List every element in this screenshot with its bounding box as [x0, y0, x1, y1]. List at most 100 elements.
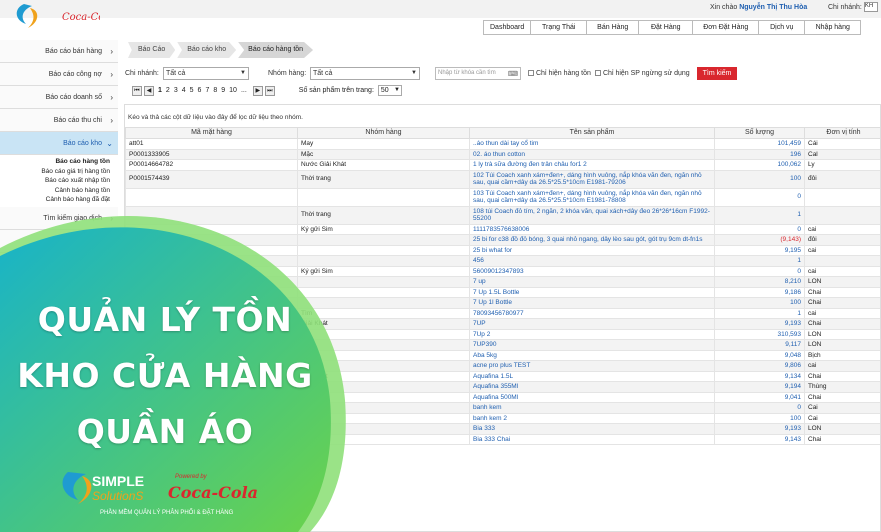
page-number[interactable]: 8	[213, 87, 217, 94]
table-row[interactable]: P00014664782 Nước Giải Khát 1 ly trà sữa đ…	[125, 159, 880, 171]
cell-name[interactable]: Aba 5kg	[469, 349, 715, 361]
table-row[interactable]: Ký gửi Sim 56009012347893 0 cai	[125, 265, 880, 277]
cell-group: Ký gửi Sim	[297, 223, 470, 235]
cell-name[interactable]: 7 Up 1l Bottle	[469, 297, 715, 309]
stock-only-checkbox[interactable]: Chỉ hiện hàng tồn	[528, 70, 591, 77]
page-number[interactable]: 9	[221, 87, 225, 94]
inactive-only-checkbox[interactable]: Chỉ hiện SP ngừng sử dụng	[595, 70, 690, 77]
breadcrumb-report[interactable]: Báo Cáo	[128, 42, 176, 58]
keyword-search-input[interactable]: Nhập từ khóa cần tìm ⌨	[435, 67, 521, 80]
sidebar-item-revenue-report[interactable]: Báo cáo doanh số ›	[0, 86, 118, 109]
cell-name[interactable]: banh kem 2	[469, 412, 715, 424]
sidebar-item-other-report[interactable]: Báo cáo vẻ ›	[0, 229, 118, 253]
nav-order[interactable]: Đặt Hàng	[639, 20, 694, 35]
nav-import[interactable]: Nhập hàng	[805, 20, 862, 35]
page-more[interactable]: ...	[241, 87, 247, 94]
cell-name[interactable]: 7 up	[469, 276, 715, 288]
search-button[interactable]: Tìm kiếm	[697, 67, 737, 80]
branch-filter-label: Chi nhánh:	[125, 70, 159, 77]
cell-name[interactable]: Bia 333 Chai	[469, 433, 715, 445]
cell-name[interactable]: acne pro plus TEST	[469, 360, 715, 372]
nav-sales[interactable]: Bán Hàng	[587, 20, 640, 35]
column-header-code[interactable]: Mã mặt hàng	[125, 127, 298, 139]
nav-status[interactable]: Trạng Thái	[531, 20, 588, 35]
cell-name[interactable]: Aquafina 500Ml	[469, 391, 715, 403]
column-header-name[interactable]: Tên sản phẩm	[469, 127, 715, 139]
sidebar-sub-inventory[interactable]: Báo cáo hàng tồn	[0, 157, 110, 167]
column-header-group[interactable]: Nhóm hàng	[297, 127, 470, 139]
prev-page-icon[interactable]: ◀	[144, 85, 154, 96]
chevron-right-icon: ›	[110, 236, 113, 246]
user-name-link[interactable]: Nguyễn Thị Thu Hòa	[739, 4, 807, 11]
cell-name[interactable]: 1111783576638006	[469, 223, 715, 235]
cell-name[interactable]: 02. áo thun cotton	[469, 148, 715, 160]
keyboard-icon[interactable]: ⌨	[508, 69, 518, 80]
cell-name[interactable]: ..áo thun dài tay cổ tim	[469, 138, 715, 150]
chevron-right-icon: ›	[110, 70, 113, 79]
sidebar-sub-order-alert[interactable]: Cảnh báo hàng đã đặt	[0, 195, 110, 205]
cell-name[interactable]: 7UP390	[469, 339, 715, 351]
cell-name[interactable]: 25 bi for c38 đồ đỏ bóng, 3 quai nhỏ nga…	[469, 234, 715, 246]
page-size-select[interactable]: 50 ▼	[377, 85, 402, 96]
table-row[interactable]: P0001333905 Mặc 02. áo thun cotton 196 Cal	[125, 148, 880, 160]
page-number[interactable]: 4	[182, 87, 186, 94]
sidebar-submenu: Báo cáo hàng tồn Báo cáo giá trị hàng tồ…	[0, 155, 118, 207]
page-number[interactable]: 1	[158, 87, 162, 94]
sidebar-sub-in-out[interactable]: Báo cáo xuất nhập tồn	[0, 176, 110, 186]
cell-name[interactable]: Aquafina 355Ml	[469, 381, 715, 393]
branch-value[interactable]: KH	[863, 2, 878, 12]
page-number[interactable]: 7	[205, 87, 209, 94]
cell-name[interactable]: banh kem	[469, 402, 715, 414]
sidebar-item-sales-report[interactable]: Báo cáo bán hàng ›	[0, 40, 118, 63]
last-page-icon[interactable]: ⏭	[264, 85, 275, 96]
table-row[interactable]: att01 May ..áo thun dài tay cổ tim 101,459 C…	[125, 138, 880, 150]
sidebar-item-cashflow-report[interactable]: Báo cáo thu chi ›	[0, 109, 118, 132]
cell-name[interactable]: 7Up 2	[469, 328, 715, 340]
column-header-unit[interactable]: Đơn vị tính	[804, 127, 880, 139]
table-row[interactable]: 103 Túi Coach xanh xám+đen+, dáng hình v…	[125, 187, 880, 207]
table-row[interactable]: 456 1	[125, 255, 880, 267]
breadcrumb-stock[interactable]: Báo cáo kho	[177, 42, 237, 58]
sidebar-item-transaction-search[interactable]: Tìm kiếm giao dịch ›	[0, 206, 118, 230]
cell-name[interactable]: 456	[469, 255, 715, 267]
branch-selector[interactable]: Chi nhánh: KH	[828, 2, 878, 12]
cell-group: Thời trang	[297, 205, 470, 225]
table-row[interactable]: 25 bi for c38 đồ đỏ bóng, 3 quai nhỏ nga…	[125, 234, 880, 246]
table-row[interactable]: Ký gửi Sim 1111783576638006 0 cai	[125, 223, 880, 235]
next-page-icon[interactable]: ▶	[252, 85, 263, 96]
column-header-qty[interactable]: Số lượng	[714, 127, 805, 139]
cell-name[interactable]: 108 túi Coach đỏ tím, 2 ngăn, 2 khóa văn…	[469, 205, 715, 225]
table-row[interactable]: P0001574439 Thời trang 102 Túi Coach xanh …	[125, 169, 880, 189]
cell-name[interactable]: 7 Up 1.5L Bottle	[469, 286, 715, 298]
cell-name[interactable]: Bia 333	[469, 423, 715, 435]
table-row[interactable]: Thời trang 108 túi Coach đỏ tím, 2 ngăn, …	[125, 205, 880, 225]
page-number[interactable]: 2	[166, 87, 170, 94]
sidebar-sub-stock-alert[interactable]: Cảnh báo hàng tồn	[0, 186, 110, 196]
nav-service[interactable]: Dịch vụ	[759, 20, 806, 35]
sidebar-item-stock-report[interactable]: Báo cáo kho ⌄	[0, 132, 118, 155]
page-number[interactable]: 5	[190, 87, 194, 94]
cell-name[interactable]: Aquafina 1.5L	[469, 370, 715, 382]
page-number[interactable]: 6	[198, 87, 202, 94]
sidebar: Báo cáo bán hàng › Báo cáo công nợ › Báo c…	[0, 40, 118, 253]
cell-name[interactable]: 56009012347893	[469, 265, 715, 277]
page-number[interactable]: 10	[229, 87, 237, 94]
cell-qty: (9,143)	[714, 234, 805, 246]
cell-name[interactable]: 102 Túi Coach xanh xám+đen+, dáng hình v…	[469, 169, 715, 189]
nav-order-list[interactable]: Đơn Đặt Hàng	[693, 20, 760, 35]
cell-name[interactable]: 7UP	[469, 318, 715, 330]
sidebar-item-debt-report[interactable]: Báo cáo công nợ ›	[0, 63, 118, 86]
cell-name[interactable]: 25 bi what for	[469, 244, 715, 256]
cell-name[interactable]: 1 ly trà sữa đường đen trân châu for1 2	[469, 159, 715, 171]
sidebar-sub-inventory-value[interactable]: Báo cáo giá trị hàng tồn	[0, 167, 110, 177]
nav-dashboard[interactable]: Dashboard	[483, 20, 532, 35]
table-row[interactable]: 7 up 8,210 LON	[125, 276, 880, 288]
first-page-icon[interactable]: ⏮	[132, 85, 142, 96]
group-filter-select[interactable]: Tất cả ▼	[310, 67, 420, 80]
page-number[interactable]: 3	[174, 87, 178, 94]
cell-name[interactable]: 103 Túi Coach xanh xám+đen+, dáng hình v…	[469, 187, 715, 207]
table-row[interactable]: 25 bi what for 9,195 cai	[125, 244, 880, 256]
cell-unit	[804, 187, 880, 207]
branch-filter-select[interactable]: Tất cả ▼	[163, 67, 249, 80]
cell-name[interactable]: 78093456780977	[469, 307, 715, 319]
